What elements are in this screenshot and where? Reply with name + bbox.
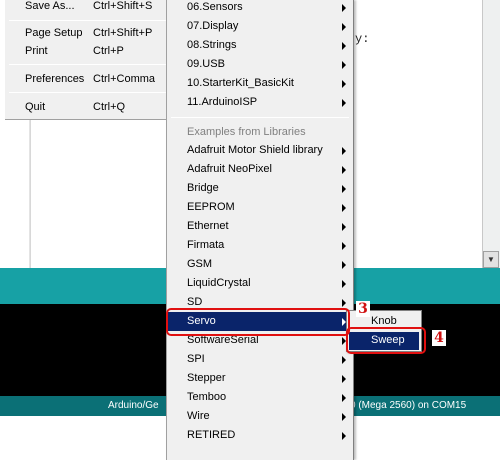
examples-item-firmata[interactable]: Firmata xyxy=(167,236,353,255)
menu-item-label: 10.StarterKit_BasicKit xyxy=(187,77,294,89)
code-fragment: y: xyxy=(355,32,370,46)
menu-item-label: 09.USB xyxy=(187,58,225,70)
servo-highlight-box xyxy=(166,308,350,336)
examples-item-temboo[interactable]: Temboo xyxy=(167,388,353,407)
menu-item-preferences[interactable]: Preferences Ctrl+Comma xyxy=(5,70,170,89)
menu-item-label: Page Setup xyxy=(25,27,83,39)
menu-item-shortcut: Ctrl+Shift+S xyxy=(93,0,153,12)
editor-scrollbar[interactable] xyxy=(482,0,500,268)
scroll-down-icon[interactable]: ▼ xyxy=(483,251,499,268)
menu-item-label: Preferences xyxy=(25,73,85,85)
examples-item-retired[interactable]: RETIRED xyxy=(167,426,353,445)
menu-item-shortcut: Ctrl+Q xyxy=(93,101,126,113)
examples-item-ethernet[interactable]: Ethernet xyxy=(167,217,353,236)
menu-separator xyxy=(9,92,166,93)
submenu-arrow-icon xyxy=(342,204,346,212)
examples-submenu: 06.Sensors 07.Display 08.Strings 09.USB … xyxy=(166,0,354,460)
examples-item-adafruit-motor-shield[interactable]: Adafruit Motor Shield library xyxy=(167,141,353,160)
menu-item-label: Adafruit Motor Shield library xyxy=(187,144,323,156)
file-menu: Save As... Ctrl+Shift+S Page Setup Ctrl+… xyxy=(5,0,170,120)
submenu-arrow-icon xyxy=(342,261,346,269)
menu-item-label: SD xyxy=(187,296,203,308)
submenu-arrow-icon xyxy=(342,413,346,421)
menu-item-label: 07.Display xyxy=(187,20,239,32)
examples-item-09-usb[interactable]: 09.USB xyxy=(167,55,353,74)
submenu-arrow-icon xyxy=(342,185,346,193)
menu-item-label: Quit xyxy=(25,101,46,113)
examples-item-wire[interactable]: Wire xyxy=(167,407,353,426)
submenu-arrow-icon xyxy=(342,166,346,174)
examples-item-bridge[interactable]: Bridge xyxy=(167,179,353,198)
examples-item-adafruit-neopixel[interactable]: Adafruit NeoPixel xyxy=(167,160,353,179)
menu-item-label: EEPROM xyxy=(187,201,235,213)
examples-item-06-sensors[interactable]: 06.Sensors xyxy=(167,0,353,17)
menu-item-label: Knob xyxy=(371,315,397,327)
menu-item-label: GSM xyxy=(187,258,213,270)
examples-item-07-display[interactable]: 07.Display xyxy=(167,17,353,36)
menu-item-shortcut: Ctrl+Comma xyxy=(93,73,156,85)
step-3-badge: 3 xyxy=(356,301,370,317)
menu-item-print[interactable]: Print Ctrl+P xyxy=(5,42,170,61)
submenu-arrow-icon xyxy=(342,223,346,231)
step-4-badge: 4 xyxy=(432,330,446,346)
menu-item-label: 08.Strings xyxy=(187,39,237,51)
submenu-arrow-icon xyxy=(342,432,346,440)
examples-libraries-header: Examples from Libraries xyxy=(187,126,306,138)
examples-item-gsm[interactable]: GSM xyxy=(167,255,353,274)
submenu-arrow-icon xyxy=(342,299,346,307)
examples-item-spi[interactable]: SPI xyxy=(167,350,353,369)
submenu-arrow-icon xyxy=(342,99,346,107)
menu-item-label: 06.Sensors xyxy=(187,1,243,13)
menu-item-quit[interactable]: Quit Ctrl+Q xyxy=(5,98,170,117)
status-board-port: 0 (Mega 2560) on COM15 xyxy=(350,400,467,411)
sweep-highlight-box xyxy=(346,327,426,354)
menu-item-label: Firmata xyxy=(187,239,225,251)
menu-item-label: Stepper xyxy=(187,372,226,384)
submenu-arrow-icon xyxy=(342,394,346,402)
menu-separator xyxy=(9,20,166,21)
submenu-arrow-icon xyxy=(342,356,346,364)
submenu-arrow-icon xyxy=(342,280,346,288)
menu-item-label: Print xyxy=(25,45,48,57)
examples-item-11-arduinoisp[interactable]: 11.ArduinoISP xyxy=(167,93,353,112)
menu-item-page-setup[interactable]: Page Setup Ctrl+Shift+P xyxy=(5,24,170,43)
menu-item-label: Ethernet xyxy=(187,220,229,232)
menu-item-shortcut: Ctrl+P xyxy=(93,45,124,57)
menu-item-label: Temboo xyxy=(187,391,227,403)
submenu-arrow-icon xyxy=(342,375,346,383)
menu-item-label: Adafruit NeoPixel xyxy=(187,163,272,175)
examples-item-eeprom[interactable]: EEPROM xyxy=(167,198,353,217)
menu-item-label: Save As... xyxy=(25,0,75,12)
submenu-arrow-icon xyxy=(342,61,346,69)
status-board-label: Arduino/Ge xyxy=(108,400,159,411)
submenu-arrow-icon xyxy=(342,242,346,250)
examples-item-stepper[interactable]: Stepper xyxy=(167,369,353,388)
menu-item-label: SPI xyxy=(187,353,205,365)
menu-separator xyxy=(9,64,166,65)
examples-item-liquidcrystal[interactable]: LiquidCrystal xyxy=(167,274,353,293)
menu-item-label: LiquidCrystal xyxy=(187,277,251,289)
menu-item-label: 11.ArduinoISP xyxy=(187,96,258,108)
menu-item-label: RETIRED xyxy=(187,429,236,441)
menu-item-shortcut: Ctrl+Shift+P xyxy=(93,27,153,39)
examples-item-08-strings[interactable]: 08.Strings xyxy=(167,36,353,55)
examples-item-10-starterkit[interactable]: 10.StarterKit_BasicKit xyxy=(167,74,353,93)
submenu-arrow-icon xyxy=(342,23,346,31)
menu-item-label: Wire xyxy=(187,410,210,422)
submenu-arrow-icon xyxy=(342,42,346,50)
gutter-divider xyxy=(30,120,31,268)
menu-item-label: Bridge xyxy=(187,182,219,194)
menu-item-save-as[interactable]: Save As... Ctrl+Shift+S xyxy=(5,0,170,16)
menu-separator xyxy=(171,117,349,118)
submenu-arrow-icon xyxy=(342,80,346,88)
submenu-arrow-icon xyxy=(342,147,346,155)
submenu-arrow-icon xyxy=(342,4,346,12)
